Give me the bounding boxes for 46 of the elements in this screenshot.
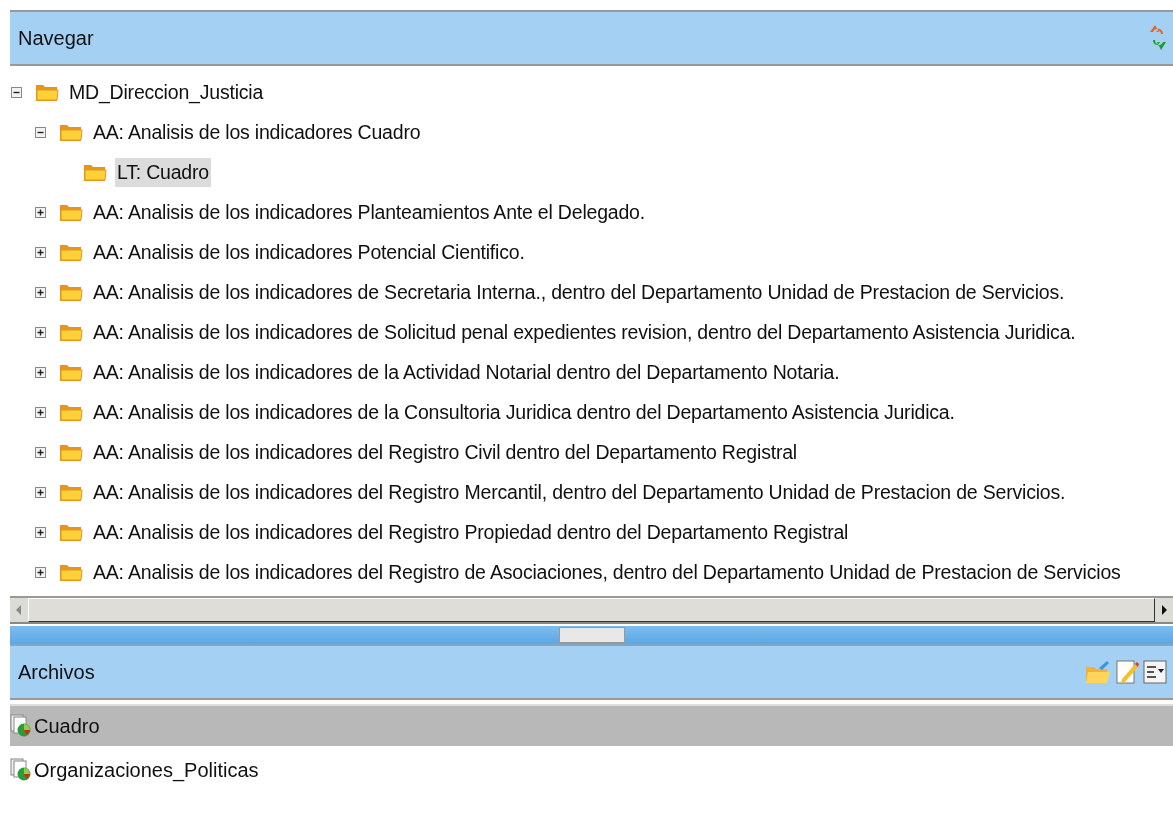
folder-icon — [59, 242, 83, 262]
expand-icon[interactable] — [35, 406, 46, 418]
tree-item[interactable]: AA: Analisis de los indicadores del Registro de Asociaciones, dentro del Departamento Unidad de Prestacion de Servicios — [91, 557, 1123, 587]
tree-item[interactable]: AA: Analisis de los indicadores del Registro Mercantil, dentro del Departamento Unidad de Prestacion de Servicios. — [91, 477, 1068, 507]
expand-icon[interactable] — [35, 526, 46, 538]
splitter-grip[interactable] — [558, 627, 625, 643]
tree-item[interactable]: AA: Analisis de los indicadores del Registro Propiedad dentro del Departamento Registral — [91, 517, 851, 547]
tree-item[interactable]: AA: Analisis de los indicadores de Secretaria Interna., dentro del Departamento Unidad de Prestacion de Servicios. — [91, 277, 1067, 307]
tree-item[interactable]: AA: Analisis de los indicadores Cuadro — [91, 117, 423, 147]
file-item[interactable]: Organizaciones_Politicas — [10, 750, 1173, 790]
tree-item[interactable]: AA: Analisis de los indicadores Potencial Cientifico. — [91, 237, 527, 267]
horizontal-scrollbar[interactable] — [10, 596, 1173, 624]
edit-document-icon[interactable] — [1115, 659, 1139, 685]
folder-icon — [83, 162, 107, 182]
collapse-icon[interactable] — [35, 126, 46, 138]
tree-item[interactable]: LT: Cuadro — [115, 157, 211, 187]
expand-icon[interactable] — [35, 206, 46, 218]
file-item[interactable]: Cuadro — [10, 704, 1173, 746]
list-menu-icon[interactable] — [1143, 660, 1167, 684]
panel-title: Archivos — [18, 660, 95, 684]
expand-icon[interactable] — [35, 326, 46, 338]
folder-icon — [59, 282, 83, 302]
folder-icon — [59, 442, 83, 462]
expand-icon[interactable] — [35, 486, 46, 498]
tree-item[interactable]: AA: Analisis de los indicadores del Registro Civil dentro del Departamento Registral — [91, 437, 799, 467]
folder-icon — [59, 402, 83, 422]
tree-item[interactable]: AA: Analisis de los indicadores de la Actividad Notarial dentro del Departamento Notaria. — [91, 357, 842, 387]
folder-icon — [59, 562, 83, 582]
expand-icon[interactable] — [35, 246, 46, 258]
tree-item[interactable]: AA: Analisis de los indicadores Planteamientos Ante el Delegado. — [91, 197, 647, 227]
folder-icon — [35, 82, 59, 102]
expand-icon[interactable] — [35, 286, 46, 298]
expand-icon[interactable] — [35, 566, 46, 578]
folder-icon — [59, 362, 83, 382]
folder-icon — [59, 322, 83, 342]
tree-item[interactable]: AA: Analisis de los indicadores de Solicitud penal expedientes revision, dentro del Departamento Asistencia Juridica. — [91, 317, 1078, 347]
expand-icon[interactable] — [35, 446, 46, 458]
folder-icon — [59, 522, 83, 542]
folder-icon — [59, 202, 83, 222]
tree-item[interactable]: AA: Analisis de los indicadores de la Consultoria Juridica dentro del Departamento Asistencia Juridica. — [91, 397, 957, 427]
folder-icon — [59, 122, 83, 142]
expand-icon[interactable] — [35, 366, 46, 378]
panel-title: Navegar — [18, 26, 94, 50]
tree-item[interactable]: MD_Direccion_Justicia — [67, 77, 266, 107]
collapse-icon[interactable] — [11, 86, 22, 98]
folder-icon — [59, 482, 83, 502]
